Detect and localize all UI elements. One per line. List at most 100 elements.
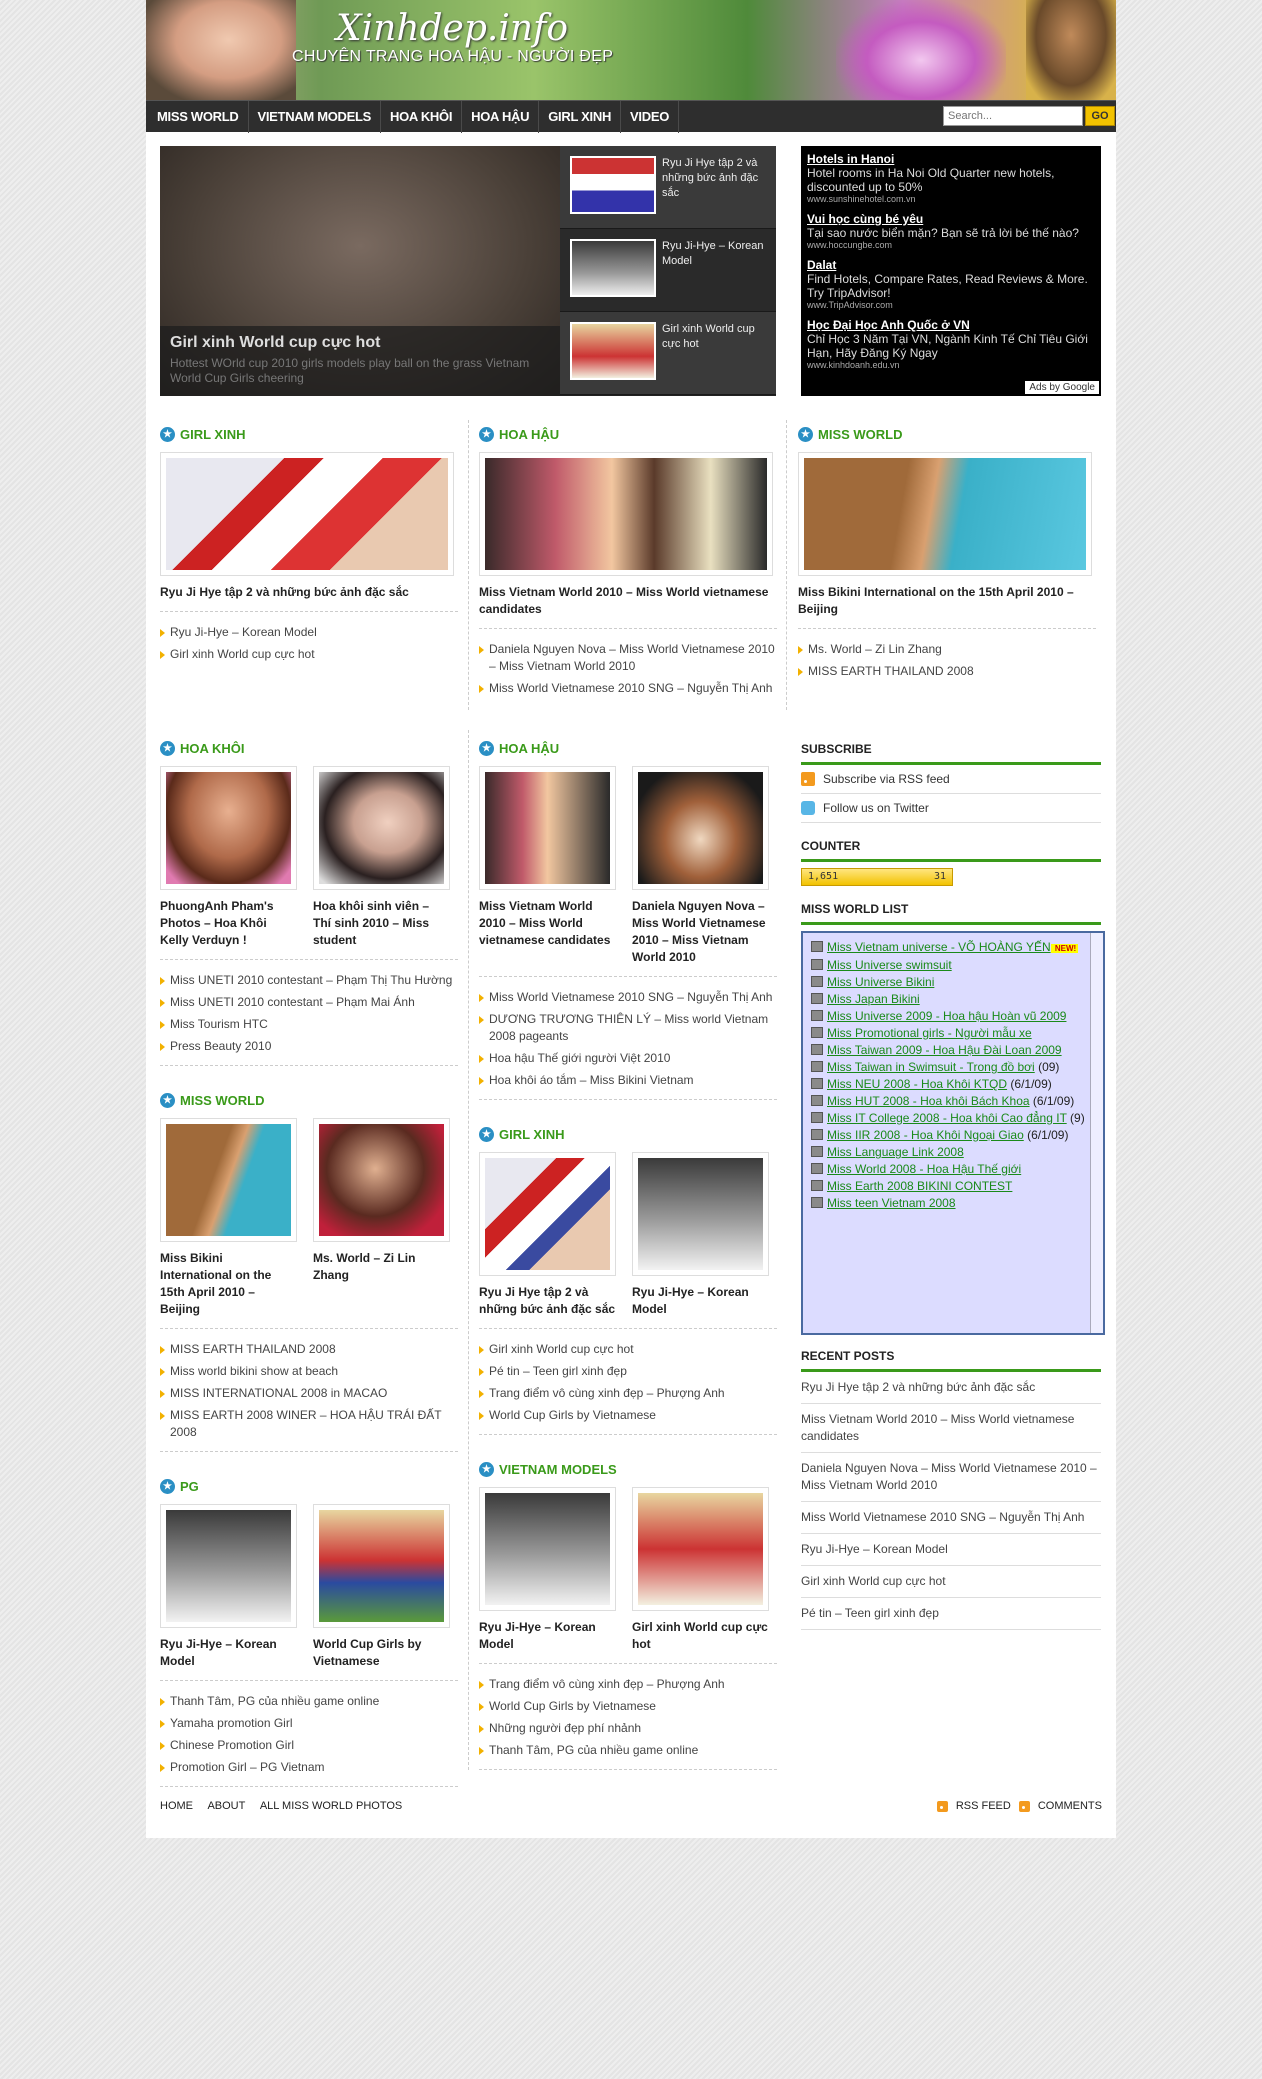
post-link[interactable]: Thanh Tâm, PG của nhiều game online (479, 1742, 777, 1759)
footer-link-home[interactable]: HOME (160, 1800, 193, 1812)
post-title[interactable]: Miss Bikini International on the 15th Ap… (160, 1250, 297, 1318)
footer-link-about[interactable]: ABOUT (207, 1800, 245, 1812)
post-title[interactable]: Ryu Ji-Hye – Korean Model (160, 1636, 297, 1670)
post-link[interactable]: Hoa khôi áo tắm – Miss Bikini Vietnam (479, 1072, 777, 1089)
list-scrollbar[interactable] (1090, 933, 1103, 1333)
post-title[interactable]: Ryu Ji-Hye – Korean Model (479, 1619, 616, 1653)
post-link[interactable]: DƯƠNG TRƯƠNG THIÊN LÝ – Miss world Vietn… (479, 1011, 777, 1045)
section-title[interactable]: ★ HOA KHÔI (160, 740, 458, 756)
post-title[interactable]: Miss Vietnam World 2010 – Miss World vie… (479, 584, 777, 618)
ad-unit[interactable]: Vui học cùng bé yêu Tại sao nước biển mặ… (807, 212, 1095, 250)
post-title[interactable]: Ms. World – Zi Lin Zhang (313, 1250, 450, 1284)
post-link[interactable]: Thanh Tâm, PG của nhiều game online (160, 1693, 458, 1710)
post-link[interactable]: Pé tin – Teen girl xinh đẹp (479, 1363, 777, 1380)
ad-title[interactable]: Học Đại Học Anh Quốc ở VN (807, 318, 1095, 332)
post-thumbnail[interactable] (479, 1487, 616, 1611)
miss-world-list-link[interactable]: Miss NEU 2008 - Hoa Khôi KTQD (827, 1077, 1007, 1091)
section-title[interactable]: ★ HOA HẬU (479, 740, 777, 756)
post-link[interactable]: Ryu Ji-Hye – Korean Model (160, 624, 458, 641)
ad-title[interactable]: Hotels in Hanoi (807, 152, 1095, 166)
post-thumbnail[interactable] (479, 452, 773, 576)
section-title[interactable]: ★ PG (160, 1478, 458, 1494)
ad-title[interactable]: Vui học cùng bé yêu (807, 212, 1095, 226)
post-thumbnail[interactable] (632, 1487, 769, 1611)
post-title[interactable]: Ryu Ji Hye tập 2 và những bức ảnh đặc sắ… (479, 1284, 616, 1318)
post-link[interactable]: MISS EARTH THAILAND 2008 (160, 1341, 458, 1358)
nav-video[interactable]: VIDEO (621, 100, 680, 133)
post-link[interactable]: Miss Tourism HTC (160, 1016, 458, 1033)
post-link[interactable]: Những người đẹp phí nhảnh (479, 1720, 777, 1737)
section-title[interactable]: ★ HOA HẬU (479, 426, 777, 442)
miss-world-list-link[interactable]: Miss Universe swimsuit (827, 958, 952, 972)
search-input[interactable] (943, 106, 1083, 126)
post-link[interactable]: World Cup Girls by Vietnamese (479, 1698, 777, 1715)
post-link[interactable]: Chinese Promotion Girl (160, 1737, 458, 1754)
featured-title[interactable]: Girl xinh World cup cực hot (170, 334, 550, 352)
post-link[interactable]: Ms. World – Zi Lin Zhang (798, 641, 1096, 658)
post-thumbnail[interactable] (632, 766, 769, 890)
miss-world-list-link[interactable]: Miss Japan Bikini (827, 992, 920, 1006)
search-go-button[interactable]: GO (1085, 106, 1115, 126)
miss-world-list-link[interactable]: Miss IIR 2008 - Hoa Khôi Ngoại Giao (827, 1128, 1024, 1142)
miss-world-list-link[interactable]: Miss World 2008 - Hoa Hậu Thế giới (827, 1162, 1021, 1176)
nav-hoa-khoi[interactable]: HOA KHÔI (381, 100, 463, 133)
section-title[interactable]: ★ MISS WORLD (160, 1092, 458, 1108)
post-title[interactable]: Daniela Nguyen Nova – Miss World Vietnam… (632, 898, 769, 966)
miss-world-list-link[interactable]: Miss Language Link 2008 (827, 1145, 964, 1159)
ad-unit[interactable]: Học Đại Học Anh Quốc ở VN Chỉ Học 3 Năm … (807, 318, 1095, 370)
post-link[interactable]: MISS EARTH 2008 WINER – HOA HẬU TRÁI ĐẤT… (160, 1407, 458, 1441)
recent-post-link[interactable]: Miss World Vietnamese 2010 SNG – Nguyễn … (801, 1502, 1101, 1534)
post-link[interactable]: World Cup Girls by Vietnamese (479, 1407, 777, 1424)
post-thumbnail[interactable] (160, 452, 454, 576)
post-thumbnail[interactable] (160, 1118, 297, 1242)
post-link[interactable]: Trang điểm vô cùng xinh đẹp – Phượng Anh (479, 1385, 777, 1402)
post-link[interactable]: Miss World Vietnamese 2010 SNG – Nguyễn … (479, 989, 777, 1006)
post-link[interactable]: Daniela Nguyen Nova – Miss World Vietnam… (479, 641, 777, 675)
nav-miss-world[interactable]: MISS WORLD (148, 100, 249, 133)
post-thumbnail[interactable] (798, 452, 1092, 576)
post-thumbnail[interactable] (313, 1504, 450, 1628)
section-title[interactable]: ★ MISS WORLD (798, 426, 1096, 442)
post-link[interactable]: Miss world bikini show at beach (160, 1363, 458, 1380)
rss-subscribe-link[interactable]: Subscribe via RSS feed (801, 765, 1101, 794)
post-link[interactable]: Miss UNETI 2010 contestant – Phạm Thị Th… (160, 972, 458, 989)
post-title[interactable]: Miss Bikini International on the 15th Ap… (798, 584, 1096, 618)
post-thumbnail[interactable] (160, 766, 297, 890)
nav-girl-xinh[interactable]: GIRL XINH (539, 100, 622, 133)
miss-world-list-link[interactable]: Miss Universe Bikini (827, 975, 934, 989)
post-thumbnail[interactable] (479, 766, 616, 890)
ad-unit[interactable]: Dalat Find Hotels, Compare Rates, Read R… (807, 258, 1095, 310)
post-title[interactable]: Hoa khôi sinh viên – Thí sinh 2010 – Mis… (313, 898, 450, 949)
post-link[interactable]: Promotion Girl – PG Vietnam (160, 1759, 458, 1776)
recent-post-link[interactable]: Pé tin – Teen girl xinh đẹp (801, 1598, 1101, 1630)
ad-unit[interactable]: Hotels in Hanoi Hotel rooms in Ha Noi Ol… (807, 152, 1095, 204)
post-link[interactable]: MISS EARTH THAILAND 2008 (798, 663, 1096, 680)
post-link[interactable]: Miss World Vietnamese 2010 SNG – Nguyễn … (479, 680, 777, 697)
footer-rss-link[interactable]: RSS FEED (956, 1800, 1011, 1812)
section-title[interactable]: ★ GIRL XINH (160, 426, 458, 442)
miss-world-list-link[interactable]: Miss Vietnam universe - VÕ HOÀNG YẾN (827, 940, 1051, 954)
post-link[interactable]: Press Beauty 2010 (160, 1038, 458, 1055)
footer-link-all-photos[interactable]: ALL MISS WORLD PHOTOS (260, 1800, 402, 1812)
site-logo[interactable]: Xinhdep.info (336, 8, 568, 49)
ad-title[interactable]: Dalat (807, 258, 1095, 272)
recent-post-link[interactable]: Daniela Nguyen Nova – Miss World Vietnam… (801, 1453, 1101, 1502)
miss-world-list-link[interactable]: Miss Universe 2009 - Hoa hậu Hoàn vũ 200… (827, 1009, 1066, 1023)
recent-post-link[interactable]: Girl xinh World cup cực hot (801, 1566, 1101, 1598)
featured-item[interactable]: Girl xinh World cup cực hot (560, 312, 776, 395)
section-title[interactable]: ★ VIETNAM MODELS (479, 1461, 777, 1477)
twitter-follow-link[interactable]: Follow us on Twitter (801, 794, 1101, 823)
post-title[interactable]: World Cup Girls by Vietnamese (313, 1636, 450, 1670)
featured-item[interactable]: Ryu Ji Hye tập 2 và những bức ảnh đặc sắ… (560, 146, 776, 229)
miss-world-list-link[interactable]: Miss Promotional girls - Người mẫu xe (827, 1026, 1032, 1040)
miss-world-list-link[interactable]: Miss HUT 2008 - Hoa khôi Bách Khoa (827, 1094, 1030, 1108)
visitor-counter[interactable]: 1,651 31 (801, 868, 953, 886)
post-link[interactable]: Miss UNETI 2010 contestant – Phạm Mai Án… (160, 994, 458, 1011)
post-thumbnail[interactable] (313, 766, 450, 890)
post-title[interactable]: Ryu Ji-Hye – Korean Model (632, 1284, 769, 1318)
nav-hoa-hau[interactable]: HOA HẬU (462, 100, 540, 133)
nav-vietnam-models[interactable]: VIETNAM MODELS (249, 100, 382, 133)
post-title[interactable]: Miss Vietnam World 2010 – Miss World vie… (479, 898, 616, 949)
section-title[interactable]: ★ GIRL XINH (479, 1126, 777, 1142)
recent-post-link[interactable]: Miss Vietnam World 2010 – Miss World vie… (801, 1404, 1101, 1453)
